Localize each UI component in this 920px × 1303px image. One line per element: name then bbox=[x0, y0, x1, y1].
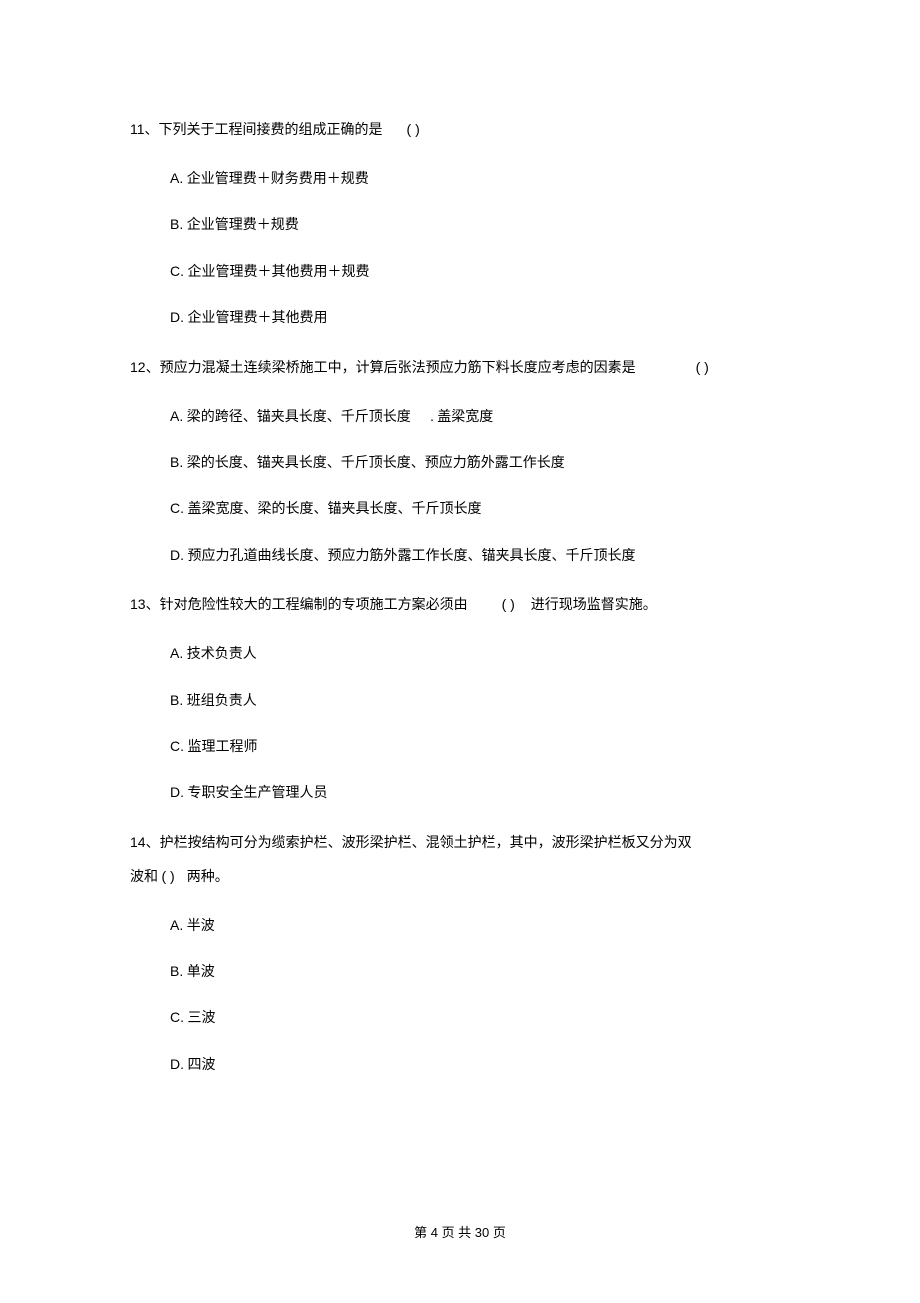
blank: ( ) bbox=[696, 359, 709, 375]
blank: ( ) bbox=[502, 596, 515, 612]
question-number: 11 bbox=[130, 121, 145, 137]
option-d: D. 四波 bbox=[170, 1053, 790, 1077]
question-12-stem: 12、预应力混凝土连续梁桥施工中，计算后张法预应力筋下料长度应考虑的因素是 ( ) bbox=[130, 353, 790, 383]
option-c: C. 盖梁宽度、梁的长度、锚夹具长度、千斤顶长度 bbox=[170, 497, 790, 521]
blank: ( ) bbox=[407, 121, 420, 137]
option-d: D. 专职安全生产管理人员 bbox=[170, 781, 790, 805]
question-11: 11、下列关于工程间接费的组成正确的是 ( ) A. 企业管理费＋财务费用＋规费 … bbox=[130, 115, 790, 331]
option-b: B. 班组负责人 bbox=[170, 689, 790, 713]
question-11-stem: 11、下列关于工程间接费的组成正确的是 ( ) bbox=[130, 115, 790, 145]
question-12-options: A. 梁的跨径、锚夹具长度、千斤顶长度 . 盖梁宽度 B. 梁的长度、锚夹具长度… bbox=[130, 405, 790, 569]
stem-after: 进行现场监督实施。 bbox=[531, 598, 657, 613]
page-footer: 第 4 页 共 30 页 bbox=[0, 1222, 920, 1241]
option-a: A. 技术负责人 bbox=[170, 642, 790, 666]
question-number: 12 bbox=[130, 359, 146, 375]
option-c: C. 三波 bbox=[170, 1006, 790, 1030]
option-a: A. 梁的跨径、锚夹具长度、千斤顶长度 . 盖梁宽度 bbox=[170, 405, 790, 429]
option-b: B. 梁的长度、锚夹具长度、千斤顶长度、预应力筋外露工作长度 bbox=[170, 451, 790, 475]
question-13: 13、针对危险性较大的工程编制的专项施工方案必须由 ( ) 进行现场监督实施。 A.… bbox=[130, 590, 790, 806]
question-13-stem: 13、针对危险性较大的工程编制的专项施工方案必须由 ( ) 进行现场监督实施。 bbox=[130, 590, 790, 620]
option-a: A. 企业管理费＋财务费用＋规费 bbox=[170, 167, 790, 191]
question-sep: 、 bbox=[146, 598, 160, 613]
page-content: 11、下列关于工程间接费的组成正确的是( ) A. 企业管理费＋财务费用＋规费 … bbox=[0, 0, 920, 1077]
option-d: D. 预应力孔道曲线长度、预应力筋外露工作长度、锚夹具长度、千斤顶长度 bbox=[170, 544, 790, 568]
option-b: B. 企业管理费＋规费 bbox=[170, 213, 790, 237]
stem-text: 护栏按结构可分为缆索护栏、波形梁护栏、混领土护栏，其中，波形梁护栏板又分为双 bbox=[160, 836, 692, 851]
question-number: 14 bbox=[130, 834, 146, 850]
question-sep: 、 bbox=[146, 361, 160, 376]
question-14-options: A. 半波 B. 单波 C. 三波 D. 四波 bbox=[130, 914, 790, 1078]
stem-text: 针对危险性较大的工程编制的专项施工方案必须由 bbox=[160, 598, 468, 613]
question-sep: 、 bbox=[146, 836, 160, 851]
question-14-stem-line2: 波和 ( )两种。 bbox=[130, 862, 790, 892]
option-c: C. 企业管理费＋其他费用＋规费 bbox=[170, 260, 790, 284]
stem-text: 预应力混凝土连续梁桥施工中，计算后张法预应力筋下料长度应考虑的因素是 bbox=[160, 361, 636, 376]
option-b: B. 单波 bbox=[170, 960, 790, 984]
option-c: C. 监理工程师 bbox=[170, 735, 790, 759]
question-14: 14、护栏按结构可分为缆索护栏、波形梁护栏、混领土护栏，其中，波形梁护栏板又分为… bbox=[130, 828, 790, 1078]
question-14-stem-line1: 14、护栏按结构可分为缆索护栏、波形梁护栏、混领土护栏，其中，波形梁护栏板又分为… bbox=[130, 828, 790, 858]
option-d: D. 企业管理费＋其他费用 bbox=[170, 306, 790, 330]
question-sep: 、 bbox=[145, 123, 159, 138]
question-11-options: A. 企业管理费＋财务费用＋规费 B. 企业管理费＋规费 C. 企业管理费＋其他… bbox=[130, 167, 790, 331]
question-number: 13 bbox=[130, 596, 146, 612]
question-13-options: A. 技术负责人 B. 班组负责人 C. 监理工程师 D. 专职安全生产管理人员 bbox=[130, 642, 790, 806]
stem-text: 下列关于工程间接费的组成正确的是 bbox=[159, 123, 383, 138]
question-12: 12、预应力混凝土连续梁桥施工中，计算后张法预应力筋下料长度应考虑的因素是 ( )… bbox=[130, 353, 790, 569]
option-a: A. 半波 bbox=[170, 914, 790, 938]
blank: ( ) bbox=[162, 868, 175, 884]
